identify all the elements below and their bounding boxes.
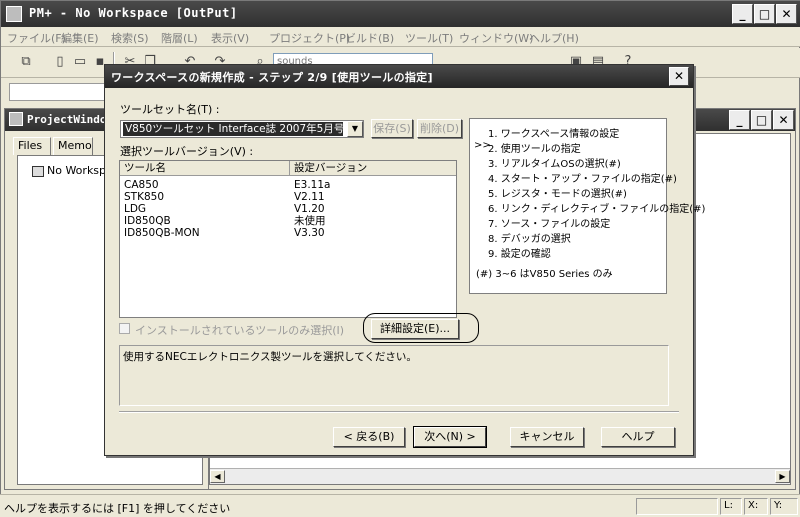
table-row[interactable]: ID850QB 未使用 [120,215,456,227]
workspace-icon[interactable]: ⧉ [17,53,35,71]
scroll-right-icon[interactable]: ▶ [775,470,790,483]
table-row[interactable]: STK850 V2.11 [120,191,456,203]
new-file-icon[interactable]: ▯ [51,53,69,71]
output-hscrollbar[interactable]: ◀ ▶ [210,468,790,484]
dialog-title: ワークスペースの新規作成 - ステップ 2/9 [使用ツールの指定] [111,71,433,84]
step-8: 8. デバッガの選択 [488,234,571,245]
tab-memo[interactable]: Memo [53,137,93,155]
status-y: Y: [770,498,798,515]
tool-version-list[interactable]: ツール名 設定バージョン CA850 E3.11a STK850 V2.11 L… [119,160,457,318]
minimize-icon[interactable]: _ [732,4,753,24]
step-3: 3. リアルタイムOSの選択(#) [488,159,621,170]
step-2: 2. 使用ツールの指定 [488,144,581,155]
status-bar: ヘルプを表示するには [F1] を押してください L: X: Y: [0,494,800,517]
address-field[interactable] [9,83,119,101]
tool-version: 未使用 [294,215,326,227]
step-9: 9. 設定の確認 [488,249,551,260]
chevron-down-icon[interactable]: ▼ [347,121,363,137]
tool-name: STK850 [124,191,165,203]
step-4: 4. スタート・アップ・ファイルの指定(#) [488,174,677,185]
column-version[interactable]: 設定バージョン [290,161,456,176]
tool-name: LDG [124,203,147,215]
app-icon [6,6,22,22]
back-button[interactable]: < 戻る(B) [333,427,405,447]
tool-name: ID850QB [124,215,171,227]
table-row[interactable]: ID850QB-MON V3.30 [120,227,456,239]
step-5: 5. レジスタ・モードの選択(#) [488,189,627,200]
steps-note: (#) 3~6 はV850 Series のみ [476,269,613,280]
status-line: L: [720,498,742,515]
status-pane-empty [636,498,718,515]
menu-edit[interactable]: 編集(E) [61,30,99,46]
output-maximize-icon[interactable]: □ [751,110,772,130]
dialog-titlebar[interactable]: ワークスペースの新規作成 - ステップ 2/9 [使用ツールの指定] ✕ [105,65,693,88]
scroll-left-icon[interactable]: ◀ [210,470,225,483]
menu-view[interactable]: 表示(V) [211,30,249,46]
description-text: 使用するNECエレクトロニクス製ツールを選択してください。 [123,351,417,363]
toolset-label: ツールセット名(T) : [120,103,220,116]
toolset-value: V850ツールセット Interface誌 2007年5月号付録 [123,122,343,136]
tool-name: ID850QB-MON [124,227,200,239]
status-x: X: [744,498,768,515]
column-tool-name[interactable]: ツール名 [120,161,290,176]
next-button[interactable]: 次へ(N) > [413,426,487,448]
new-workspace-dialog: ワークスペースの新規作成 - ステップ 2/9 [使用ツールの指定] ✕ ツール… [104,64,705,456]
project-window-icon [9,112,23,126]
tool-version: V1.20 [294,203,325,215]
output-minimize-icon[interactable]: _ [729,110,750,130]
divider [119,411,679,413]
installed-only-label: インストールされているツールのみ選択(I) [135,324,345,337]
step-6: 6. リンク・ディレクティブ・ファイルの指定(#) [488,204,706,215]
menu-bar: ファイル(F) 編集(E) 検索(S) 階層(L) 表示(V) プロジェクト(P… [1,27,800,47]
app-title: PM+ - No Workspace [OutPut] [29,6,238,20]
tab-files[interactable]: Files [13,137,51,155]
maximize-icon[interactable]: □ [754,4,775,24]
save-toolset-button[interactable]: 保存(S) [371,119,413,138]
installed-only-checkbox[interactable] [119,323,130,334]
list-header: ツール名 設定バージョン [120,161,456,176]
open-file-icon[interactable]: ▭ [71,53,89,71]
step-1: 1. ワークスペース情報の設定 [488,129,620,140]
help-button[interactable]: ヘルプ [601,427,675,447]
table-row[interactable]: CA850 E3.11a [120,179,456,191]
menu-search[interactable]: 検索(S) [111,30,149,46]
step-7: 7. ソース・ファイルの設定 [488,219,611,230]
detail-settings-button[interactable]: 詳細設定(E)... [371,319,459,339]
menu-hierarchy[interactable]: 階層(L) [161,30,198,46]
toolset-select[interactable]: V850ツールセット Interface誌 2007年5月号付録 ▼ [120,120,364,138]
cancel-button[interactable]: キャンセル [510,427,584,447]
main-titlebar[interactable]: PM+ - No Workspace [OutPut] _ □ ✕ [1,1,800,27]
close-icon[interactable]: ✕ [776,4,797,24]
menu-build[interactable]: ビルド(B) [345,30,394,46]
table-row[interactable]: LDG V1.20 [120,203,456,215]
menu-window[interactable]: ウィンドウ(W) [459,30,533,46]
output-close-icon[interactable]: ✕ [773,110,794,130]
menu-tool[interactable]: ツール(T) [405,30,453,46]
menu-project[interactable]: プロジェクト(P) [269,30,350,46]
version-label: 選択ツールバージョン(V) : [120,145,254,158]
menu-file[interactable]: ファイル(F) [7,30,66,46]
tool-version: V2.11 [294,191,325,203]
workspace-node-icon [32,165,44,177]
dialog-close-icon[interactable]: ✕ [669,67,689,86]
wizard-steps-panel: 1. ワークスペース情報の設定 >> 2. 使用ツールの指定 3. リアルタイム… [469,118,705,294]
description-box: 使用するNECエレクトロニクス製ツールを選択してください。 [119,345,669,406]
project-window-title: ProjectWindow [27,113,114,126]
tool-version: V3.30 [294,227,325,239]
menu-help[interactable]: ヘルプ(H) [529,30,579,46]
tool-version: E3.11a [294,179,331,191]
delete-toolset-button[interactable]: 削除(D) [417,119,462,138]
tool-name: CA850 [124,179,159,191]
status-message: ヘルプを表示するには [F1] を押してください [4,502,231,515]
